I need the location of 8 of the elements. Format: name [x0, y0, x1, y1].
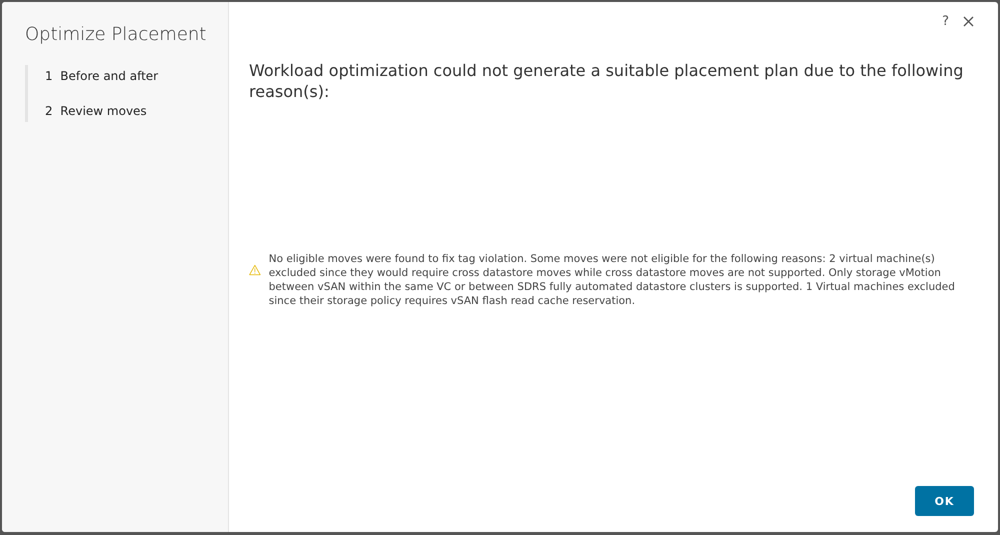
error-heading: Workload optimization could not generate a suitable placement plan due to the following reason(s): — [249, 60, 964, 102]
help-button[interactable]: ? — [942, 14, 949, 28]
warning-message: No eligible moves were found to fix tag violation. Some moves were not eligible for the following reasons: 2 virtual machine(s) excluded since they would require cross datastore moves while cross datastore moves are not supported. Only storage vMotion between vSAN within the same VC or between SDRS fully automated datastore clusters is supported. 1 Virtual machines excluded since their storage policy requires vSAN flash read cache reservation. — [268, 252, 956, 308]
dialog-title: Optimize Placement — [25, 24, 208, 45]
close-icon[interactable] — [963, 16, 974, 26]
ok-button[interactable]: OK — [915, 486, 974, 516]
step-item[interactable]: 2 Review moves — [28, 104, 228, 118]
step-item[interactable]: 1 Before and after — [28, 69, 228, 83]
